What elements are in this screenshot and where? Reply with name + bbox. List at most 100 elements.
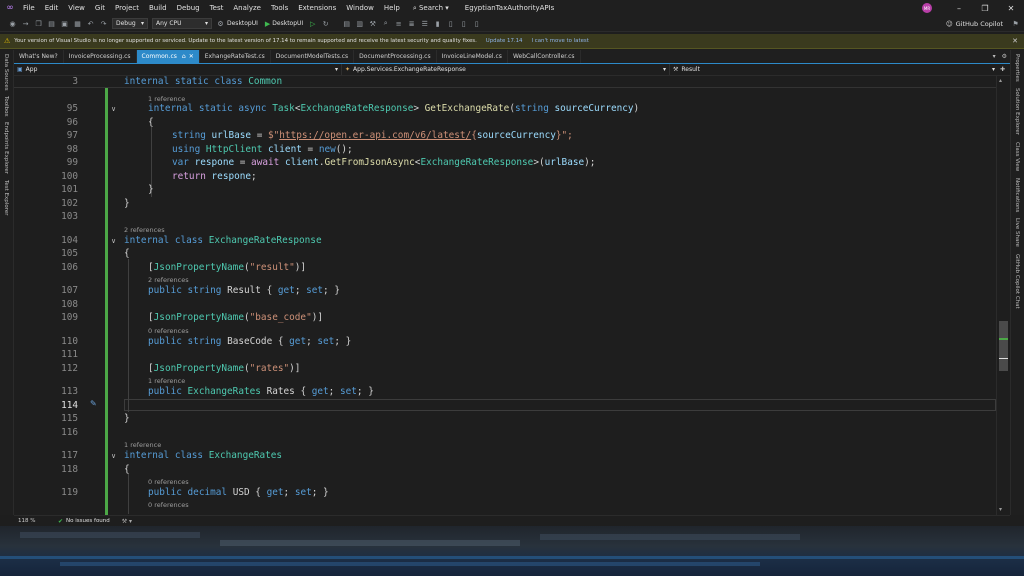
layout-icon[interactable]: ▥	[355, 19, 364, 28]
menu-file[interactable]: File	[18, 0, 40, 16]
scrollbar-thumb[interactable]	[999, 321, 1008, 371]
gear-icon[interactable]: ⚙	[1002, 53, 1007, 60]
code-lens-references[interactable]: 2 references	[148, 276, 189, 284]
menu-build[interactable]: Build	[144, 0, 172, 16]
save-icon[interactable]: ▣	[60, 19, 69, 28]
github-copilot-chat-tab[interactable]: GitHub Copilot Chat	[1014, 254, 1020, 309]
quick-actions-icon[interactable]: ✎	[90, 399, 97, 408]
properties-tab[interactable]: Properties	[1014, 54, 1020, 82]
visual-studio-logo-icon[interactable]: ∞	[2, 0, 18, 16]
restore-icon[interactable]: ❐	[972, 4, 998, 13]
scroll-down-icon[interactable]: ▾	[999, 506, 1002, 513]
solution-explorer-tab[interactable]: Solution Explorer	[1014, 88, 1020, 135]
undo-icon[interactable]: ↶	[86, 19, 95, 28]
notifications-tab[interactable]: Notifications	[1014, 178, 1020, 212]
redo-icon[interactable]: ↷	[99, 19, 108, 28]
toolbox-tab[interactable]: Toolbox	[3, 96, 9, 117]
endpoints-explorer-tab[interactable]: Endpoints Explorer	[3, 122, 9, 174]
menu-window[interactable]: Window	[341, 0, 379, 16]
chevron-down-icon: ▾	[204, 20, 208, 27]
bookmark-icon[interactable]: ▮	[433, 19, 442, 28]
start-debugging-icon[interactable]: ▶	[265, 20, 270, 28]
hot-reload-icon[interactable]: ↻	[321, 19, 330, 28]
menu-analyze[interactable]: Analyze	[228, 0, 266, 16]
collapse-chevron-icon[interactable]: ∨	[111, 237, 116, 245]
configuration-dropdown[interactable]: Debug ▾	[112, 18, 148, 29]
code-lens-references[interactable]: 1 reference	[148, 95, 185, 103]
align-left-icon[interactable]: ≡	[394, 19, 403, 28]
test-explorer-tab[interactable]: Test Explorer	[3, 180, 9, 215]
build-icon[interactable]: ⚒	[368, 19, 377, 28]
bookmark-next-icon[interactable]: ▯	[459, 19, 468, 28]
line-number: 97	[66, 130, 78, 141]
start-debugging-button[interactable]: DesktopUI	[272, 20, 303, 27]
tab-web-call-controller[interactable]: WebCallController.cs	[508, 50, 581, 63]
menu-tools[interactable]: Tools	[266, 0, 293, 16]
type-dropdown[interactable]: ✦ App.Services.ExchangeRateResponse ▾	[342, 64, 670, 75]
live-share-tab[interactable]: Live Share	[1014, 218, 1020, 247]
menu-view[interactable]: View	[63, 0, 90, 16]
new-project-icon[interactable]: ❒	[34, 19, 43, 28]
minimize-icon[interactable]: –	[946, 4, 972, 13]
close-icon[interactable]: ✕	[1012, 37, 1018, 45]
menu-test[interactable]: Test	[205, 0, 229, 16]
code-lens-references[interactable]: 0 references	[148, 501, 189, 509]
collapse-chevron-icon[interactable]: ∨	[111, 452, 116, 460]
menu-edit[interactable]: Edit	[40, 0, 64, 16]
startup-project-dropdown[interactable]: DesktopUI	[227, 20, 258, 27]
member-dropdown[interactable]: ⚒ Result ▾	[670, 64, 998, 75]
save-all-icon[interactable]: ▦	[73, 19, 82, 28]
update-link[interactable]: Update 17.14	[486, 38, 523, 44]
code-lens-references[interactable]: 1 reference	[148, 377, 185, 385]
navigate-back-icon[interactable]: ◉	[8, 19, 17, 28]
menu-debug[interactable]: Debug	[172, 0, 205, 16]
menu-extensions[interactable]: Extensions	[293, 0, 341, 16]
tab-document-model-tests[interactable]: DocumentModelTests.cs	[271, 50, 355, 63]
close-window-icon[interactable]: ✕	[998, 4, 1024, 13]
menu-project[interactable]: Project	[110, 0, 144, 16]
start-without-debugging-icon[interactable]: ▷	[308, 19, 317, 28]
issues-indicator[interactable]: No issues found	[66, 518, 110, 524]
solution-explorer-icon[interactable]: ▤	[342, 19, 351, 28]
bookmark-prev-icon[interactable]: ▯	[446, 19, 455, 28]
close-icon[interactable]: ✕	[189, 53, 194, 60]
search-box[interactable]: ⌕ Search ▾	[405, 4, 455, 13]
zoom-level[interactable]: 118 %	[18, 518, 58, 524]
feedback-icon[interactable]: ⚑	[1011, 19, 1020, 28]
pin-icon[interactable]: ⌂	[182, 53, 186, 60]
tab-common[interactable]: Common.cs ⌂ ✕	[136, 50, 200, 63]
split-editor-icon[interactable]: ✚	[1000, 66, 1005, 73]
menu-help[interactable]: Help	[379, 0, 405, 16]
code-lens-references[interactable]: 1 reference	[124, 441, 161, 449]
blurred-region	[20, 532, 200, 538]
tab-invoice-line-model[interactable]: InvoiceLineModel.cs	[437, 50, 508, 63]
bookmark-clear-icon[interactable]: ▯	[472, 19, 481, 28]
collapse-chevron-icon[interactable]: ∨	[111, 105, 116, 113]
project-dropdown[interactable]: ▣ App ▾	[14, 64, 342, 75]
class-view-tab[interactable]: Class View	[1014, 142, 1020, 171]
comment-icon[interactable]: ☰	[420, 19, 429, 28]
code-cleanup-icon[interactable]: ⚒ ▾	[122, 518, 132, 525]
vertical-scrollbar[interactable]: ▴ ▾	[996, 76, 1010, 515]
scroll-up-icon[interactable]: ▴	[999, 77, 1002, 84]
platform-dropdown[interactable]: Any CPU ▾	[152, 18, 212, 29]
find-icon[interactable]: ⌕	[381, 19, 390, 28]
tab-document-processing[interactable]: DocumentProcessing.cs	[354, 50, 437, 63]
data-sources-tab[interactable]: Data Sources	[3, 54, 9, 91]
code-editor[interactable]: ✎ 3 internal static class Common 95 96 9…	[14, 76, 1010, 515]
open-folder-icon[interactable]: ▤	[47, 19, 56, 28]
gear-icon[interactable]: ⚙	[216, 19, 225, 28]
tab-whats-new[interactable]: What's New?	[14, 50, 64, 63]
code-lens-references[interactable]: 2 references	[124, 226, 165, 234]
tab-overflow-icon[interactable]: ▾	[993, 53, 996, 60]
code-lens-references[interactable]: 0 references	[148, 478, 189, 486]
align-right-icon[interactable]: ≣	[407, 19, 416, 28]
navigate-forward-icon[interactable]: →	[21, 19, 30, 28]
tab-exchange-rate-test[interactable]: ExhangeRateTest.cs	[200, 50, 271, 63]
account-avatar[interactable]: MR	[922, 3, 932, 13]
menu-git[interactable]: Git	[90, 0, 110, 16]
decline-update-link[interactable]: I can't move to latest	[531, 38, 588, 44]
github-copilot-button[interactable]: ☺ GitHub Copilot	[946, 20, 1003, 28]
tab-invoice-processing[interactable]: InvoiceProcessing.cs	[64, 50, 137, 63]
code-lens-references[interactable]: 0 references	[148, 327, 189, 335]
